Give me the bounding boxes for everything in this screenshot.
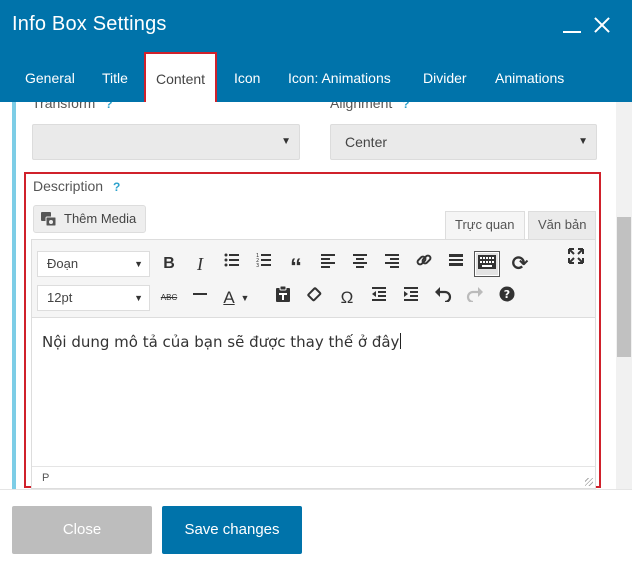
link-icon[interactable]	[411, 251, 437, 277]
tab-general[interactable]: General	[25, 56, 75, 102]
horizontal-line-icon[interactable]	[187, 285, 213, 311]
font-size-select[interactable]: 12pt ▼	[37, 285, 150, 311]
tab-divider[interactable]: Divider	[423, 56, 467, 102]
paste-text-icon[interactable]	[270, 285, 296, 311]
settings-tabs: General Title Content Icon Icon: Animati…	[0, 52, 632, 104]
chevron-down-icon: ▼	[134, 259, 143, 269]
text-caret	[400, 333, 402, 349]
numbered-list-icon[interactable]: 123	[251, 251, 277, 277]
text-color-button[interactable]: A	[219, 285, 239, 311]
scrollbar-thumb[interactable]	[617, 217, 631, 357]
align-center-icon[interactable]	[347, 251, 373, 277]
indent-icon[interactable]	[398, 285, 424, 311]
dialog-header: Info Box Settings General Title Content …	[0, 0, 632, 104]
alignment-select[interactable]: Center ▼	[330, 124, 597, 160]
editor-toolbar: Đoạn ▼ B I 123 “ ⟳ 12pt ▼ ABC A ▼ Ω ?	[32, 240, 595, 318]
italic-button[interactable]: I	[187, 251, 213, 277]
transform-help-icon[interactable]: ?	[105, 102, 112, 111]
redo-icon[interactable]	[462, 285, 488, 311]
alignment-label-text: Alignment	[330, 102, 393, 111]
transform-label-text: Transform	[32, 102, 96, 111]
tab-icon[interactable]: Icon	[234, 56, 260, 102]
editor-path-bar: P	[32, 466, 595, 488]
alignment-select-value: Center	[345, 134, 388, 150]
align-right-icon[interactable]	[379, 251, 405, 277]
alignment-label: Alignment?	[330, 102, 410, 111]
close-icon[interactable]	[591, 14, 613, 36]
add-media-button[interactable]: Thêm Media	[33, 205, 146, 233]
editor-content[interactable]: Nội dung mô tả của bạn sẽ được thay thế …	[42, 333, 402, 351]
transform-label: Transform?	[32, 102, 113, 111]
description-label: Description?	[33, 178, 120, 194]
close-button[interactable]: Close	[12, 506, 152, 554]
description-field: Description? Thêm Media Trực quan Văn bả…	[24, 172, 601, 489]
dialog-footer: Close Save changes	[0, 489, 632, 568]
special-character-button[interactable]: Ω	[334, 285, 360, 311]
description-help-icon[interactable]: ?	[113, 180, 120, 194]
svg-text:3: 3	[256, 263, 259, 268]
strikethrough-button[interactable]: ABC	[156, 285, 182, 311]
alignment-help-icon[interactable]: ?	[402, 102, 409, 111]
align-left-icon[interactable]	[315, 251, 341, 277]
rich-text-editor: Đoạn ▼ B I 123 “ ⟳ 12pt ▼ ABC A ▼ Ω ? Nộ…	[31, 239, 596, 489]
chevron-down-icon: ▼	[578, 136, 588, 147]
outdent-icon[interactable]	[366, 285, 392, 311]
add-media-label: Thêm Media	[64, 211, 137, 226]
clear-format-icon[interactable]	[302, 285, 328, 311]
dialog-title: Info Box Settings	[12, 13, 167, 35]
tab-visual-editor[interactable]: Trực quan	[445, 211, 525, 239]
bullet-list-icon[interactable]	[219, 251, 245, 277]
resize-handle-icon[interactable]	[585, 478, 593, 486]
tab-text-editor[interactable]: Văn bản	[528, 211, 597, 239]
editor-content-text: Nội dung mô tả của bạn sẽ được thay thế …	[42, 333, 400, 351]
chevron-down-icon: ▼	[281, 136, 291, 147]
minimize-icon[interactable]	[561, 14, 583, 36]
panel-scrollbar[interactable]	[616, 102, 632, 489]
help-icon[interactable]: ?	[494, 285, 520, 311]
description-label-text: Description	[33, 178, 104, 194]
chevron-down-icon: ▼	[134, 293, 143, 303]
save-changes-button[interactable]: Save changes	[162, 506, 302, 554]
format-select-value: Đoạn	[47, 256, 79, 271]
section-accent-bar	[12, 102, 16, 489]
toolbar-toggle-icon[interactable]	[474, 251, 500, 277]
tab-content[interactable]: Content	[144, 52, 218, 104]
help-icon-text: ?	[504, 288, 510, 301]
transform-select[interactable]: ▼	[32, 124, 300, 160]
format-select[interactable]: Đoạn ▼	[37, 251, 150, 277]
chevron-down-icon[interactable]: ▼	[238, 285, 252, 311]
font-size-select-value: 12pt	[47, 290, 73, 305]
media-icon	[41, 212, 57, 226]
element-path[interactable]: P	[42, 472, 49, 484]
undo-icon[interactable]	[430, 285, 456, 311]
read-more-icon[interactable]	[443, 251, 469, 277]
tab-title[interactable]: Title	[102, 56, 128, 102]
tab-animations[interactable]: Animations	[495, 56, 564, 102]
blockquote-icon[interactable]: “	[283, 251, 309, 281]
bold-button[interactable]: B	[156, 251, 182, 277]
fullscreen-icon[interactable]	[563, 247, 589, 273]
refresh-icon[interactable]: ⟳	[507, 251, 533, 277]
tab-icon-animations[interactable]: Icon: Animations	[288, 56, 391, 102]
settings-panel: Transform? Alignment? ▼ Center ▼ Descrip…	[0, 102, 632, 489]
